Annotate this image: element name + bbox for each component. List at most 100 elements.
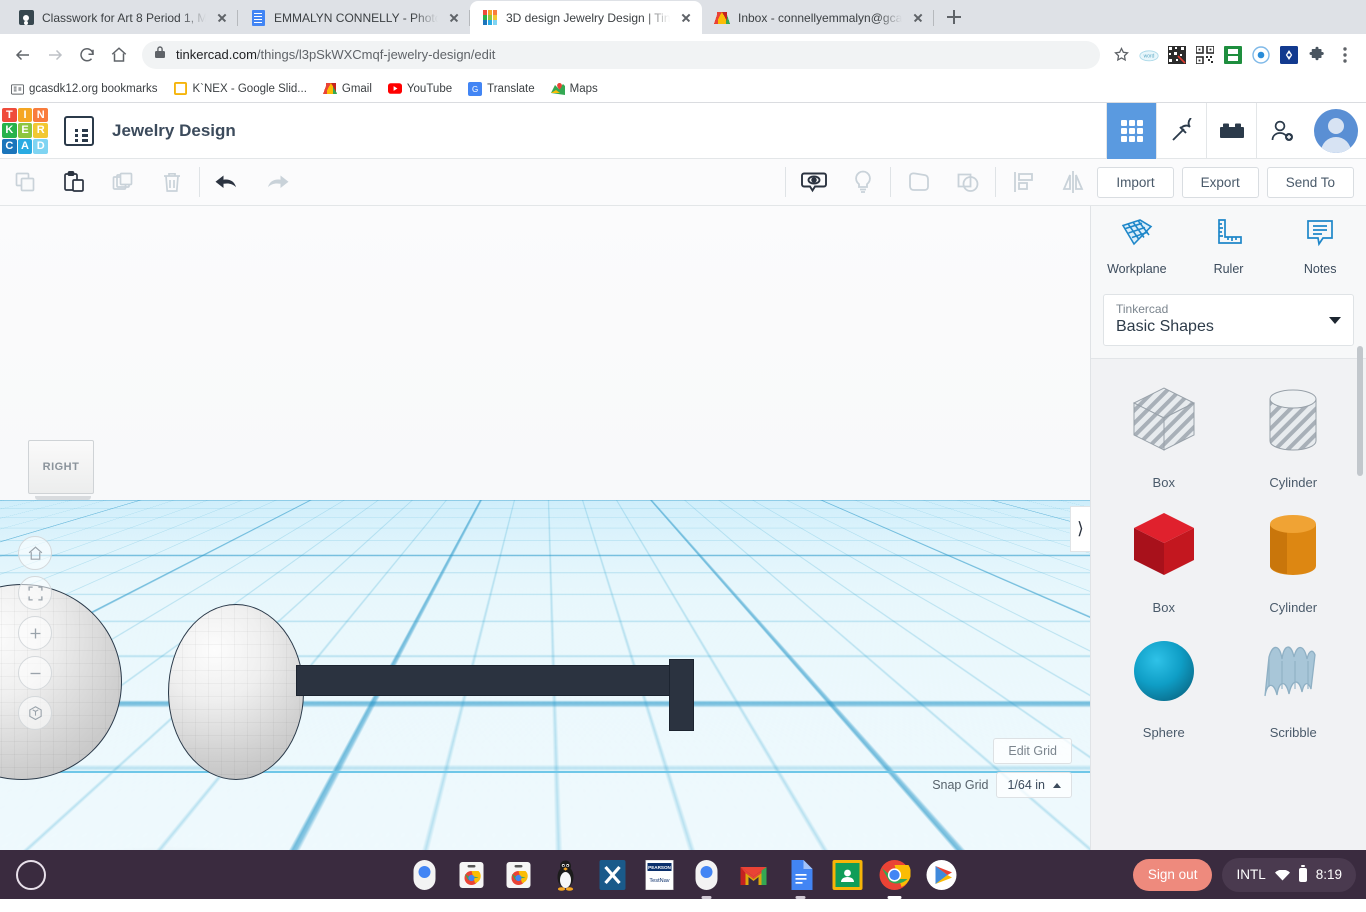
status-tray[interactable]: INTL 8:19 [1222,858,1356,892]
duplicate-icon[interactable] [98,159,147,206]
ungroup-icon[interactable] [943,159,992,206]
bookmark-item-maps[interactable]: Maps [551,82,598,96]
qr-code-icon[interactable] [1192,42,1218,68]
linux-penguin-icon[interactable] [549,858,583,892]
group-icon[interactable] [894,159,943,206]
3d-viewport[interactable]: RIGHT Edit Grid Snap Grid 1/64 in ⟩ [0,206,1090,850]
apps-grid-icon[interactable] [1106,103,1156,159]
paste-icon[interactable] [49,159,98,206]
tinkercad-logo-icon[interactable]: T I N K E R C A D [2,108,48,154]
address-bar[interactable]: tinkercad.com/things/l3pSkWXCmqf-jewelry… [142,41,1100,69]
gmail-icon[interactable] [737,858,771,892]
app-running-indicator [888,896,902,899]
target-blue-icon[interactable] [1248,42,1274,68]
xtramath-icon[interactable] [596,858,630,892]
redo-icon[interactable] [252,159,301,206]
shape-item-box-hole[interactable]: Box [1101,377,1227,490]
back-icon[interactable] [8,40,38,70]
chrome-app-shortcut-2-icon[interactable] [502,858,536,892]
add-person-icon[interactable] [1256,103,1306,159]
shape-item-cylinder-hole[interactable]: Cylinder [1231,377,1357,490]
ruler-tool[interactable]: Ruler [1183,216,1275,276]
zoom-in-icon[interactable] [18,616,52,650]
shelf-status-area: Sign out INTL 8:19 [1133,858,1356,892]
mirror-icon[interactable] [1048,159,1097,206]
save-green-icon[interactable] [1220,42,1246,68]
zoom-out-icon[interactable] [18,656,52,690]
avatar[interactable] [1314,109,1358,153]
home-icon[interactable] [104,40,134,70]
google-docs-icon[interactable] [784,858,818,892]
browser-tab-4[interactable]: Inbox - connellyemmalyn@gcas [702,1,934,34]
panel-scrollbar[interactable] [1357,346,1363,476]
edit-grid-button[interactable]: Edit Grid [993,738,1072,764]
copy-icon[interactable] [0,159,49,206]
close-tab-icon[interactable] [678,10,694,26]
document-list-icon[interactable] [64,116,94,146]
logo-tile: N [33,108,48,123]
shape-item-scribble[interactable]: Scribble [1231,627,1357,740]
three-dot-menu-icon[interactable] [1332,42,1358,68]
browser-tab-2[interactable]: EMMALYN CONNELLY - Photo Do [238,1,470,34]
forward-icon[interactable] [40,40,70,70]
shape-label: Box [1153,600,1175,615]
sphere-object-2[interactable] [168,604,304,780]
chrome-app-shortcut-1-icon[interactable] [455,858,489,892]
import-button[interactable]: Import [1097,167,1173,198]
undo-icon[interactable] [203,159,252,206]
workplane-tool[interactable]: Workplane [1091,216,1183,276]
launcher-icon[interactable] [16,860,46,890]
shape-item-box-solid[interactable]: Box [1101,502,1227,615]
lock-icon [154,45,166,64]
library-select[interactable]: Tinkercad Basic Shapes [1103,294,1354,346]
panel-collapse-chevron-icon[interactable]: ⟩ [1070,506,1090,552]
shape-item-cylinder-solid[interactable]: Cylinder [1231,502,1357,615]
show-hide-eye-icon[interactable] [789,159,838,206]
bookmark-item-youtube[interactable]: YouTube [388,82,452,96]
bookmark-item-translate[interactable]: G Translate [468,82,535,96]
notes-tool[interactable]: Notes [1274,216,1366,276]
reload-icon[interactable] [72,40,102,70]
google-classroom-icon[interactable] [831,858,865,892]
sign-out-button[interactable]: Sign out [1133,859,1213,891]
play-store-icon[interactable] [925,858,959,892]
close-tab-icon[interactable] [910,10,926,26]
pearson-testnav-icon[interactable]: PEARSON TestNav [643,858,677,892]
export-button[interactable]: Export [1182,167,1259,198]
logo-tile: T [2,108,17,123]
panel-tools: Workplane Ruler Notes [1091,206,1366,284]
bookmark-item-slides[interactable]: K`NEX - Google Slid... [173,82,306,96]
view-cube[interactable]: RIGHT [28,440,98,500]
fit-view-icon[interactable] [18,576,52,610]
chrome-icon[interactable] [878,858,912,892]
perspective-toggle-icon[interactable] [18,696,52,730]
browser-tab-3[interactable]: 3D design Jewelry Design | Tinke [470,1,702,34]
snap-grid-select[interactable]: 1/64 in [996,772,1072,798]
codeblocks-pick-icon[interactable] [1156,103,1206,159]
box-bar-horizontal[interactable] [296,665,692,696]
close-tab-icon[interactable] [446,10,462,26]
new-tab-button[interactable] [940,3,968,31]
home-view-icon[interactable] [18,536,52,570]
svg-text:PEARSON: PEARSON [648,865,671,870]
shape-item-sphere-solid[interactable]: Sphere [1101,627,1227,740]
word-cloud-icon[interactable]: word [1136,42,1162,68]
bricks-icon[interactable] [1206,103,1256,159]
browser-tab-1[interactable]: Classwork for Art 8 Period 1, MP [6,1,238,34]
light-bulb-icon[interactable] [838,159,887,206]
bookmark-item-gmail[interactable]: Gmail [323,82,372,96]
send-to-button[interactable]: Send To [1267,167,1354,198]
puzzle-icon[interactable] [1304,42,1330,68]
align-icon[interactable] [999,159,1048,206]
star-icon[interactable] [1108,42,1134,68]
delete-icon[interactable] [147,159,196,206]
shapes-panel: Workplane Ruler Notes Tinkercad Basic Sh… [1090,206,1366,850]
diamond-blue-icon[interactable] [1276,42,1302,68]
camera-app-2-icon[interactable] [690,858,724,892]
camera-app-icon[interactable] [408,858,442,892]
close-tab-icon[interactable] [214,10,230,26]
box-bar-vertical[interactable] [669,659,694,731]
qr-scan-icon[interactable] [1164,42,1190,68]
bookmark-item-folder[interactable]: gcasdk12.org bookmarks [10,82,157,96]
toolbar-divider [785,167,786,197]
